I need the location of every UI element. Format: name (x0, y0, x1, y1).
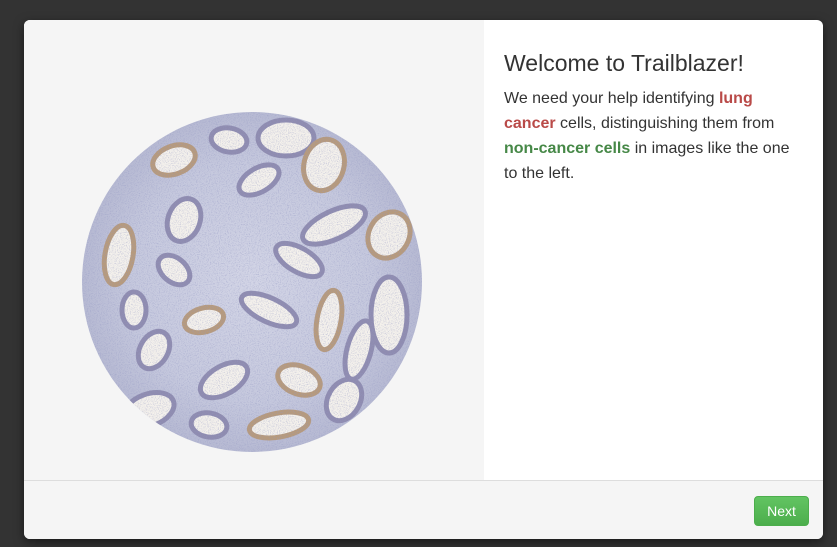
welcome-modal: Welcome to Trailblazer! We need your hel… (24, 20, 823, 539)
modal-body: Welcome to Trailblazer! We need your hel… (24, 20, 823, 480)
non-cancer-label: non-cancer cells (504, 140, 631, 157)
modal-footer: Next (24, 480, 823, 539)
welcome-title: Welcome to Trailblazer! (504, 50, 744, 76)
intro-text-1: We need your help identifying (504, 90, 719, 107)
tissue-core-graphic (24, 20, 484, 480)
welcome-text-panel: Welcome to Trailblazer! We need your hel… (504, 48, 804, 186)
next-button[interactable]: Next (754, 496, 809, 526)
welcome-intro: We need your help identifying lung cance… (504, 86, 804, 186)
intro-text-2: cells, distinguishing them from (555, 115, 775, 132)
tissue-sample-image (24, 20, 484, 480)
